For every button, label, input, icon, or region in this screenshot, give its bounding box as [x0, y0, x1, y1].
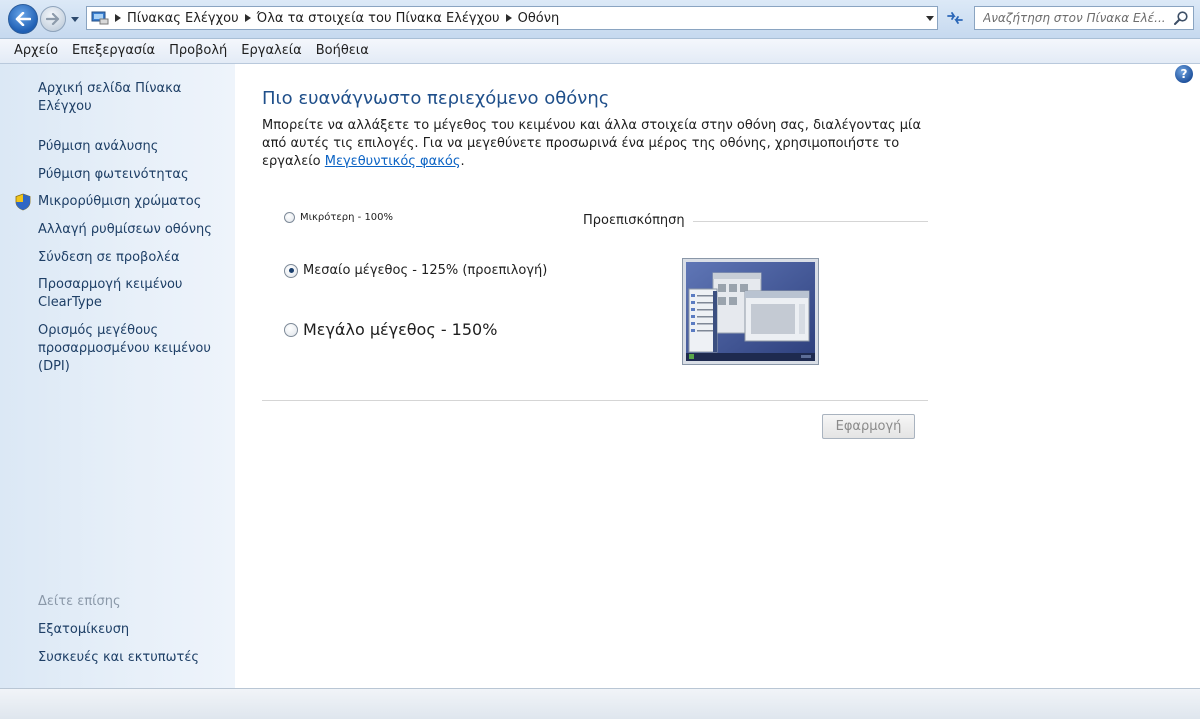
description-end: . [460, 154, 465, 169]
sidebar-item-adjust-brightness[interactable]: Ρύθμιση φωτεινότητας [38, 166, 228, 184]
sidebar-item-control-panel-home[interactable]: Αρχική σελίδα Πίνακα Ελέγχου [38, 80, 228, 116]
breadcrumb-all-items[interactable]: Όλα τα στοιχεία του Πίνακα Ελέγχου [257, 11, 500, 26]
breadcrumb-display[interactable]: Οθόνη [518, 11, 560, 26]
menu-help[interactable]: Βοήθεια [309, 39, 376, 63]
address-field[interactable]: Πίνακας Ελέγχου Όλα τα στοιχεία του Πίνα… [86, 6, 938, 30]
address-history-dropdown[interactable] [925, 13, 935, 23]
status-bar [0, 688, 1200, 719]
sidebar-item-set-custom-dpi[interactable]: Ορισμός μεγέθους προσαρμοσμένου κειμένου… [38, 322, 218, 376]
radio-button[interactable] [284, 212, 295, 223]
shield-icon [15, 193, 31, 211]
preview-divider [693, 221, 928, 222]
control-panel-icon [91, 11, 109, 25]
sidebar-item-personalization[interactable]: Εξατομίκευση [38, 621, 228, 639]
refresh-button[interactable] [942, 7, 968, 29]
radio-selected-dot [288, 268, 294, 273]
forward-button[interactable] [40, 6, 66, 32]
radio-button[interactable] [284, 322, 298, 337]
radio-larger[interactable]: Μεγάλο μέγεθος - 150% [284, 320, 497, 339]
radio-button[interactable] [284, 263, 298, 278]
radio-medium[interactable]: Μεσαίο μέγεθος - 125% (προεπιλογή) [284, 263, 547, 278]
chevron-down-icon [926, 15, 934, 21]
breadcrumb-separator-icon[interactable] [111, 13, 125, 23]
page-description: Μπορείτε να αλλάξετε το μέγεθος του κειμ… [262, 117, 932, 171]
forward-arrow-icon [46, 13, 60, 25]
radio-label[interactable]: Μεσαίο μέγεθος - 125% (προεπιλογή) [303, 263, 547, 278]
sidebar-item-adjust-cleartype[interactable]: Προσαρμογή κειμένου ClearType [38, 276, 203, 312]
sidebar-item-adjust-resolution[interactable]: Ρύθμιση ανάλυσης [38, 138, 228, 156]
sidebar: Αρχική σελίδα Πίνακα Ελέγχου Ρύθμιση ανά… [0, 64, 235, 688]
back-arrow-icon [15, 12, 31, 26]
menu-edit[interactable]: Επεξεργασία [65, 39, 162, 63]
magnifier-link[interactable]: Μεγεθυντικός φακός [325, 154, 461, 169]
breadcrumb-separator-icon[interactable] [241, 13, 255, 23]
search-icon[interactable] [1173, 10, 1189, 26]
breadcrumb-separator-icon[interactable] [502, 13, 516, 23]
radio-smaller[interactable]: Μικρότερη - 100% [284, 212, 393, 223]
help-icon[interactable]: ? [1175, 65, 1193, 83]
menu-file[interactable]: Αρχείο [0, 39, 65, 63]
address-bar: Πίνακας Ελέγχου Όλα τα στοιχεία του Πίνα… [0, 0, 1200, 39]
radio-label[interactable]: Μεγάλο μέγεθος - 150% [303, 320, 497, 339]
page-title: Πιο ευανάγνωστο περιεχόμενο οθόνης [262, 88, 610, 109]
desktop-preview-icon [686, 262, 815, 361]
refresh-icon [947, 12, 963, 24]
menu-bar: Αρχείο Επεξεργασία Προβολή Εργαλεία Βοήθ… [0, 39, 1200, 64]
breadcrumb-control-panel[interactable]: Πίνακας Ελέγχου [127, 11, 239, 26]
apply-button[interactable]: Εφαρμογή [822, 414, 915, 439]
chevron-down-icon [71, 16, 79, 22]
recent-pages-dropdown[interactable] [70, 14, 80, 24]
sidebar-item-calibrate-color[interactable]: Μικρορύθμιση χρώματος [38, 193, 228, 211]
content-divider [262, 400, 928, 401]
menu-view[interactable]: Προβολή [162, 39, 234, 63]
search-box[interactable] [974, 6, 1194, 30]
sidebar-item-change-display-settings[interactable]: Αλλαγή ρυθμίσεων οθόνης [38, 221, 228, 239]
search-input[interactable] [981, 10, 1171, 26]
menu-tools[interactable]: Εργαλεία [234, 39, 308, 63]
sidebar-item-devices-printers[interactable]: Συσκευές και εκτυπωτές [38, 649, 228, 667]
see-also-heading: Δείτε επίσης [38, 594, 121, 609]
sidebar-item-connect-projector[interactable]: Σύνδεση σε προβολέα [38, 249, 228, 267]
preview-label: Προεπισκόπηση [583, 213, 685, 228]
radio-label[interactable]: Μικρότερη - 100% [300, 212, 393, 223]
back-button[interactable] [8, 4, 38, 34]
preview-image [682, 258, 819, 365]
